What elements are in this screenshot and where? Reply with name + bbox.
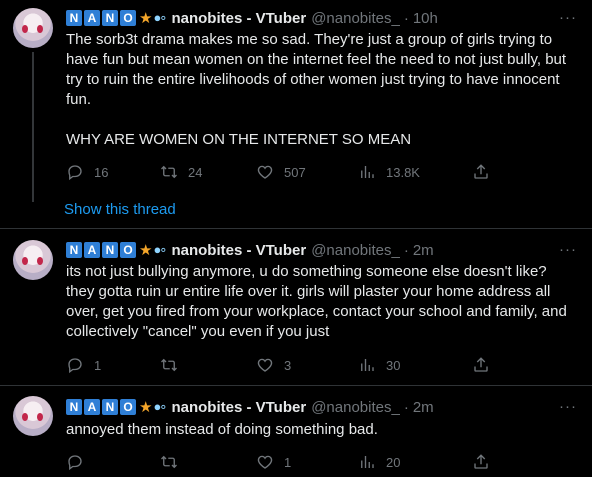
tweet-text: annoyed them instead of doing something …	[66, 421, 378, 438]
avatar[interactable]	[13, 240, 53, 280]
reply-button[interactable]: 1	[66, 356, 101, 374]
action-bar: 16 24 507 13.8K	[66, 162, 496, 182]
tweet-text: its not just bullying anymore, u do some…	[66, 263, 571, 340]
share-button[interactable]	[472, 163, 490, 181]
reply-button[interactable]: 16	[66, 163, 108, 181]
badge-letter: O	[120, 399, 136, 415]
views-icon	[361, 359, 374, 371]
reply-icon	[68, 165, 82, 181]
tweet-text: The sorb3t drama makes me so sad. They'r…	[66, 31, 567, 148]
retweet-button[interactable]	[160, 356, 188, 374]
star-icon: ★	[139, 10, 153, 27]
timestamp[interactable]: 10h	[413, 10, 438, 27]
reply-count: 16	[94, 164, 109, 180]
reply-icon	[68, 455, 82, 471]
handle[interactable]: @nanobites_	[311, 399, 400, 416]
badge-letter: N	[102, 399, 118, 415]
bubbles-icon: ●∘	[153, 10, 167, 25]
badge-letter: O	[120, 242, 136, 258]
views-count: 30	[386, 357, 401, 373]
action-bar: 1 20	[66, 452, 496, 472]
display-name[interactable]: nanobites - VTuber	[171, 242, 306, 259]
tweet-3[interactable]: N A N O ★ ●∘ nanobites - VTuber @nanobit…	[0, 386, 592, 477]
separator-dot: ·	[403, 398, 409, 416]
separator-dot: ·	[403, 9, 409, 27]
retweet-icon	[161, 165, 177, 179]
retweet-icon	[161, 358, 177, 372]
retweet-count: 24	[188, 164, 203, 180]
handle[interactable]: @nanobites_	[311, 10, 400, 27]
views-button[interactable]: 13.8K	[358, 163, 420, 181]
badge-letter: N	[102, 10, 118, 26]
more-icon[interactable]: ···	[559, 398, 577, 415]
like-icon	[257, 358, 273, 372]
reply-icon	[68, 358, 82, 374]
bubbles-icon: ●∘	[153, 399, 167, 414]
avatar[interactable]	[13, 396, 53, 436]
views-count: 20	[386, 454, 401, 470]
badge-letter: O	[120, 10, 136, 26]
retweet-icon	[161, 455, 177, 469]
retweet-button[interactable]: 24	[160, 163, 202, 181]
like-count: 3	[284, 357, 292, 373]
views-button[interactable]: 20	[358, 453, 400, 471]
like-count: 507	[284, 164, 306, 180]
like-button[interactable]: 1	[256, 453, 291, 471]
share-icon	[474, 357, 488, 372]
handle[interactable]: @nanobites_	[311, 242, 400, 259]
badge-letter: N	[66, 242, 82, 258]
like-count: 1	[284, 454, 292, 470]
timestamp[interactable]: 2m	[413, 242, 434, 259]
more-icon[interactable]: ···	[559, 241, 577, 258]
thread-line	[32, 52, 34, 202]
views-icon	[361, 166, 374, 178]
reply-count: 1	[94, 357, 102, 373]
badge-letter: A	[84, 10, 100, 26]
share-button[interactable]	[472, 356, 490, 374]
badge-letter: A	[84, 242, 100, 258]
tweet-1[interactable]: N A N O ★ ●∘ nanobites - VTuber @nanobit…	[0, 0, 592, 228]
badge-letter: N	[66, 10, 82, 26]
avatar[interactable]	[13, 8, 53, 48]
share-icon	[474, 454, 488, 469]
action-bar: 1 3 30	[66, 355, 496, 375]
reply-button[interactable]	[66, 453, 94, 471]
share-button[interactable]	[472, 453, 490, 471]
views-button[interactable]: 30	[358, 356, 400, 374]
like-button[interactable]: 507	[256, 163, 306, 181]
show-thread-link[interactable]: Show this thread	[64, 201, 176, 218]
badge-letter: N	[66, 399, 82, 415]
separator-dot: ·	[403, 241, 409, 259]
like-icon	[257, 455, 273, 469]
star-icon: ★	[139, 399, 153, 416]
badge-letter: A	[84, 399, 100, 415]
views-icon	[361, 456, 374, 468]
like-button[interactable]: 3	[256, 356, 291, 374]
tweet-header: N A N O ★ ●∘ nanobites - VTuber @nanobit…	[66, 397, 434, 417]
tweet-header: N A N O ★ ●∘ nanobites - VTuber @nanobit…	[66, 240, 434, 260]
bubbles-icon: ●∘	[153, 242, 167, 257]
views-count: 13.8K	[386, 164, 420, 180]
more-icon[interactable]: ···	[559, 9, 577, 26]
display-name[interactable]: nanobites - VTuber	[171, 10, 306, 27]
retweet-button[interactable]	[160, 453, 188, 471]
share-icon	[474, 164, 488, 179]
timestamp[interactable]: 2m	[413, 399, 434, 416]
star-icon: ★	[139, 242, 153, 259]
tweet-2[interactable]: N A N O ★ ●∘ nanobites - VTuber @nanobit…	[0, 229, 592, 385]
display-name[interactable]: nanobites - VTuber	[171, 399, 306, 416]
tweet-header: N A N O ★ ●∘ nanobites - VTuber @nanobit…	[66, 8, 438, 28]
like-icon	[257, 165, 273, 179]
badge-letter: N	[102, 242, 118, 258]
